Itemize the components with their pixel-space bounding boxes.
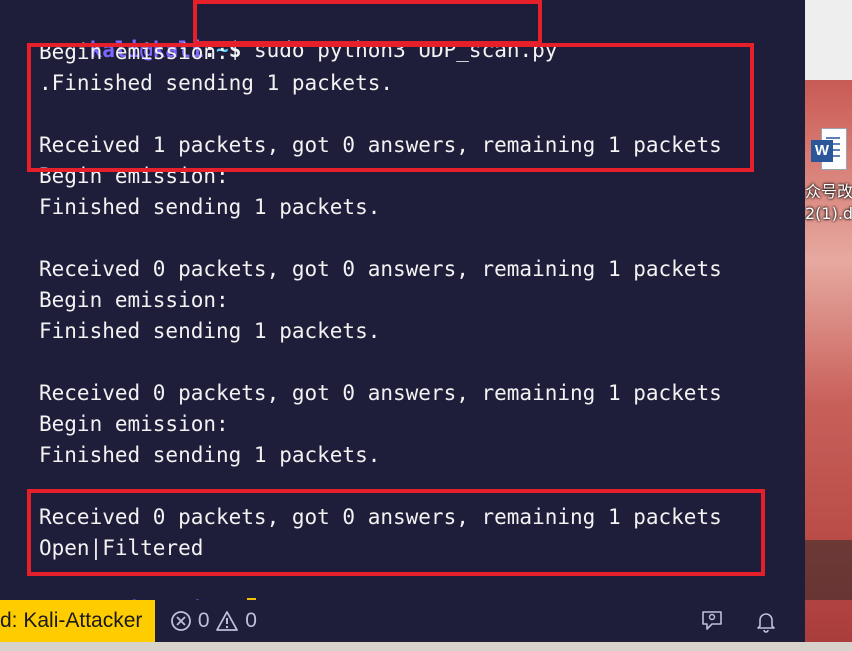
output-line: Begin emission: <box>39 288 229 312</box>
terminal-panel[interactable]: kali@kali:~$ sudo python3 UDP_scan.py Be… <box>0 0 805 600</box>
output-line: Received 0 packets, got 0 answers, remai… <box>39 505 722 529</box>
word-document-icon[interactable]: W <box>811 128 847 170</box>
output-line: Begin emission: <box>39 412 229 436</box>
output-line: Begin emission: <box>39 164 229 188</box>
output-line: Begin emission: <box>39 40 229 64</box>
command-text: sudo python3 UDP_scan.py <box>254 38 558 62</box>
status-bar: d: Kali-Attacker 0 0 <box>0 600 805 642</box>
remote-host-indicator[interactable]: d: Kali-Attacker <box>0 600 155 642</box>
desktop-icon-label: 众号改 <box>805 182 852 201</box>
warning-triangle-icon <box>216 611 239 632</box>
warning-count: 0 <box>245 609 257 632</box>
prompt-symbol: $ <box>228 38 242 62</box>
output-line-result: Open|Filtered <box>39 536 204 560</box>
error-circle-icon <box>171 611 191 632</box>
output-line: .Finished sending 1 packets. <box>39 71 394 95</box>
desktop-shadow <box>805 540 852 600</box>
problems-indicator[interactable]: 0 0 <box>170 600 257 642</box>
desktop-background: W 众号改 2(1).do <box>805 0 852 651</box>
notification-bell-icon[interactable] <box>754 609 778 633</box>
prompt-line-current[interactable]: kali@kali:~$ <box>39 564 257 600</box>
output-line: Finished sending 1 packets. <box>39 319 381 343</box>
desktop-icon-label: 2(1).do <box>805 204 852 223</box>
desktop-window-edge <box>805 0 852 80</box>
prompt-line-command: kali@kali:~$ sudo python3 UDP_scan.py <box>39 4 558 62</box>
window-bottom-edge <box>0 642 852 651</box>
feedback-icon[interactable] <box>700 609 724 633</box>
output-line: Received 0 packets, got 0 answers, remai… <box>39 381 722 405</box>
error-count: 0 <box>197 609 210 632</box>
output-line: Received 1 packets, got 0 answers, remai… <box>39 133 722 157</box>
remote-host-label: d: Kali-Attacker <box>0 609 143 632</box>
output-line: Finished sending 1 packets. <box>39 443 381 467</box>
output-line: Received 0 packets, got 0 answers, remai… <box>39 257 722 281</box>
output-line: Finished sending 1 packets. <box>39 195 381 219</box>
word-badge-icon: W <box>811 140 833 162</box>
